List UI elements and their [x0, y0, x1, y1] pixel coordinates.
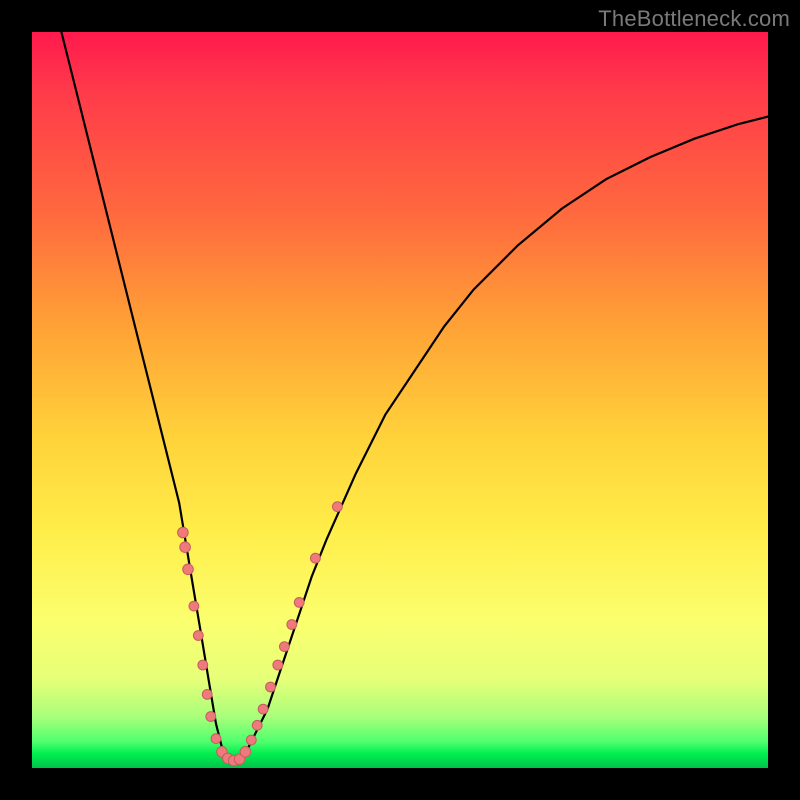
data-point — [280, 642, 290, 652]
bottleneck-curve — [61, 32, 768, 761]
data-point — [240, 747, 251, 758]
data-point — [198, 660, 208, 670]
data-point — [258, 704, 268, 714]
watermark-text: TheBottleneck.com — [598, 6, 790, 32]
data-point — [178, 527, 189, 538]
data-point — [189, 601, 199, 611]
data-point — [180, 542, 191, 553]
data-point — [287, 620, 297, 630]
data-point — [252, 720, 262, 730]
data-point — [311, 553, 321, 563]
chart-frame: TheBottleneck.com — [0, 0, 800, 800]
data-point — [202, 690, 212, 700]
data-point — [183, 564, 194, 575]
data-point — [266, 682, 276, 692]
data-point — [294, 598, 304, 608]
data-point — [211, 734, 221, 744]
plot-area — [32, 32, 768, 768]
data-point — [273, 660, 283, 670]
data-point — [193, 631, 203, 641]
data-point — [333, 502, 343, 512]
data-point — [246, 735, 256, 745]
data-point-markers — [178, 502, 343, 766]
curve-svg — [32, 32, 768, 768]
data-point — [206, 712, 216, 722]
